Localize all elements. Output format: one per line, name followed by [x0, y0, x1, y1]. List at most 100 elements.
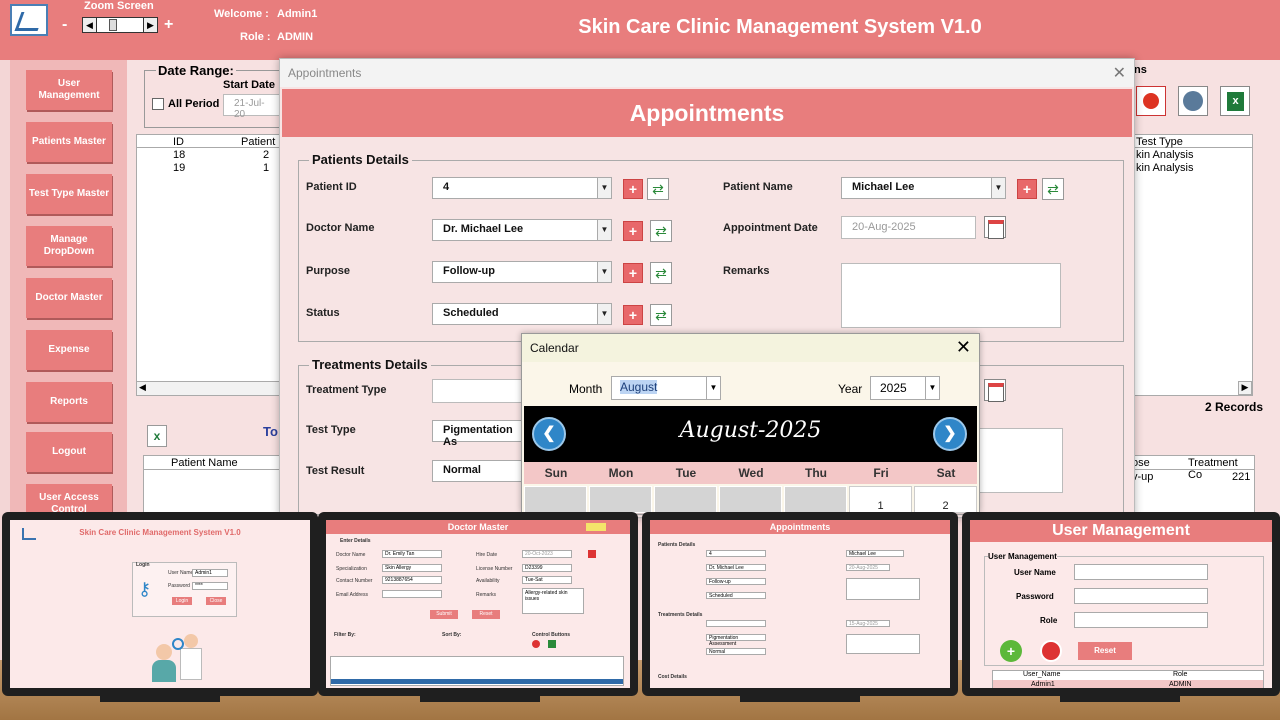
appointment-date-input[interactable]: 20-Aug-2025 [841, 216, 976, 239]
refresh-doctor-icon[interactable]: ⇄ [650, 220, 672, 242]
doctor-name-label: Doctor Name [306, 222, 375, 234]
mini-hire-date-input: 20-Oct-2023 [522, 550, 572, 558]
test-date-calendar-icon[interactable] [984, 379, 1006, 402]
test-result-value: Normal [443, 464, 481, 476]
add-patient-button[interactable]: + [623, 179, 643, 199]
refresh-patient-name-icon[interactable]: ⇄ [1042, 178, 1064, 200]
refresh-patient-icon[interactable]: ⇄ [647, 178, 669, 200]
sidebar-item-doctor-master[interactable]: Doctor Master [26, 278, 112, 318]
day-cell-empty [719, 486, 782, 513]
zoom-slider-right-arrow-icon[interactable]: ▶ [143, 18, 157, 32]
day-cell[interactable]: 1 [849, 486, 912, 513]
treatment-type-label: Treatment Type [306, 384, 387, 396]
table-row[interactable]: v-up [1132, 471, 1153, 483]
mini-test-type: Pigmentation Assessment [706, 634, 766, 647]
refresh-purpose-icon[interactable]: ⇄ [650, 262, 672, 284]
mini-reset-button: Reset [1078, 642, 1132, 660]
test-remarks-input[interactable] [978, 428, 1063, 493]
test-result-select[interactable]: Normal [432, 460, 527, 482]
close-icon[interactable]: ✕ [1113, 63, 1126, 83]
close-icon[interactable]: ✕ [956, 337, 971, 358]
mini-password-input [1074, 588, 1208, 604]
app-logo-icon[interactable] [10, 4, 48, 36]
delete-icon[interactable] [1136, 86, 1166, 116]
purpose-label: Purpose [306, 265, 351, 277]
sidebar-item-user-management[interactable]: User Management [26, 70, 112, 110]
records-count: 2 Records [1205, 400, 1264, 414]
mini-treatments-details: Treatments Details [658, 612, 703, 618]
table-row-patient[interactable]: 1 [263, 162, 269, 174]
mini-close-button: Close [206, 597, 226, 605]
mini-patients-details: Patients Details [658, 542, 696, 548]
scroll-right-icon[interactable]: ▶ [1238, 381, 1252, 395]
month-select[interactable]: August ▼ [611, 376, 721, 400]
role-label: Role : [240, 31, 271, 43]
table-row-id[interactable]: 18 [173, 149, 185, 161]
table-row-id[interactable]: 19 [173, 162, 185, 174]
calendar-banner-title: August-2025 [679, 418, 822, 443]
day-cell[interactable]: 2 [914, 486, 977, 513]
mini-reset-button: Reset [472, 610, 500, 619]
status-select[interactable]: Scheduled ▼ [432, 303, 612, 325]
sidebar-item-expense[interactable]: Expense [26, 330, 112, 370]
mini-delete-icon [588, 550, 596, 558]
sidebar-item-patients-master[interactable]: Patients Master [26, 122, 112, 162]
user-key-icon: ⚷ [138, 579, 152, 599]
chevron-down-icon[interactable]: ▼ [706, 377, 720, 399]
next-month-icon[interactable]: ❯ [933, 417, 967, 451]
patient-name-select[interactable]: Michael Lee ▼ [841, 177, 1006, 199]
calendar-icon[interactable] [984, 216, 1006, 239]
weekday-tue: Tue [675, 466, 697, 480]
add-patient-name-button[interactable]: + [1017, 179, 1037, 199]
table-row-patient[interactable]: 2 [263, 149, 269, 161]
mini-user-table: User_Name Role Admin1 ADMIN [992, 670, 1264, 688]
start-date-label: Start Date [223, 79, 275, 91]
zoom-slider-thumb[interactable] [109, 19, 117, 31]
chevron-down-icon[interactable]: ▼ [597, 304, 611, 324]
previous-month-icon[interactable]: ❮ [532, 417, 566, 451]
patient-id-select[interactable]: 4 ▼ [432, 177, 612, 199]
doctor-name-select[interactable]: Dr. Michael Lee ▼ [432, 219, 612, 241]
remarks-input[interactable] [841, 263, 1061, 328]
year-select[interactable]: 2025 ▼ [870, 376, 940, 400]
table-row[interactable]: kin Analysis [1136, 149, 1193, 161]
sidebar-item-reports[interactable]: Reports [26, 382, 112, 422]
add-purpose-button[interactable]: + [623, 263, 643, 283]
add-status-button[interactable]: + [623, 305, 643, 325]
sidebar-item-logout[interactable]: Logout [26, 432, 112, 472]
add-doctor-button[interactable]: + [623, 221, 643, 241]
mini-user-management-header: User Management [970, 520, 1272, 542]
mini-user-name-input: Admin1 [192, 569, 228, 577]
chevron-down-icon[interactable]: ▼ [597, 178, 611, 198]
zoom-slider-left-arrow-icon[interactable]: ◀ [83, 18, 97, 32]
zoom-slider[interactable]: ◀ ▶ [82, 17, 158, 33]
refresh-icon[interactable] [1178, 86, 1208, 116]
table-row[interactable]: 221 [1232, 471, 1250, 483]
appointments-header: Appointments [282, 89, 1132, 137]
table-scrollbar[interactable]: ◀ [137, 381, 280, 395]
chevron-down-icon[interactable]: ▼ [597, 220, 611, 240]
chevron-down-icon[interactable]: ▼ [991, 178, 1005, 198]
day-cell-empty [589, 486, 652, 513]
chevron-down-icon[interactable]: ▼ [925, 377, 939, 399]
welcome-label: Welcome : [214, 8, 269, 20]
zoom-in-button[interactable]: + [164, 16, 173, 34]
refresh-status-icon[interactable]: ⇄ [650, 304, 672, 326]
patient-id-value: 4 [443, 181, 450, 193]
mini-doctor-table [330, 656, 624, 686]
excel-icon[interactable]: x [147, 425, 167, 447]
chevron-down-icon[interactable]: ▼ [597, 262, 611, 282]
scroll-left-icon[interactable]: ◀ [139, 382, 146, 393]
all-period-checkbox[interactable] [152, 98, 164, 110]
sidebar-item-test-type-master[interactable]: Test Type Master [26, 174, 112, 214]
test-type-select[interactable]: Pigmentation As [432, 420, 527, 448]
table-row[interactable]: kin Analysis [1136, 162, 1193, 174]
mini-control-buttons: Control Buttons [532, 632, 571, 638]
zoom-out-button[interactable]: - [62, 16, 67, 34]
excel-export-icon[interactable]: x [1220, 86, 1250, 116]
start-date-input[interactable]: 21-Jul-20 [223, 94, 283, 120]
treatment-type-input[interactable] [432, 379, 527, 403]
role-value: ADMIN [277, 31, 314, 43]
sidebar-item-manage-dropdown[interactable]: Manage DropDown [26, 226, 112, 266]
purpose-select[interactable]: Follow-up ▼ [432, 261, 612, 283]
